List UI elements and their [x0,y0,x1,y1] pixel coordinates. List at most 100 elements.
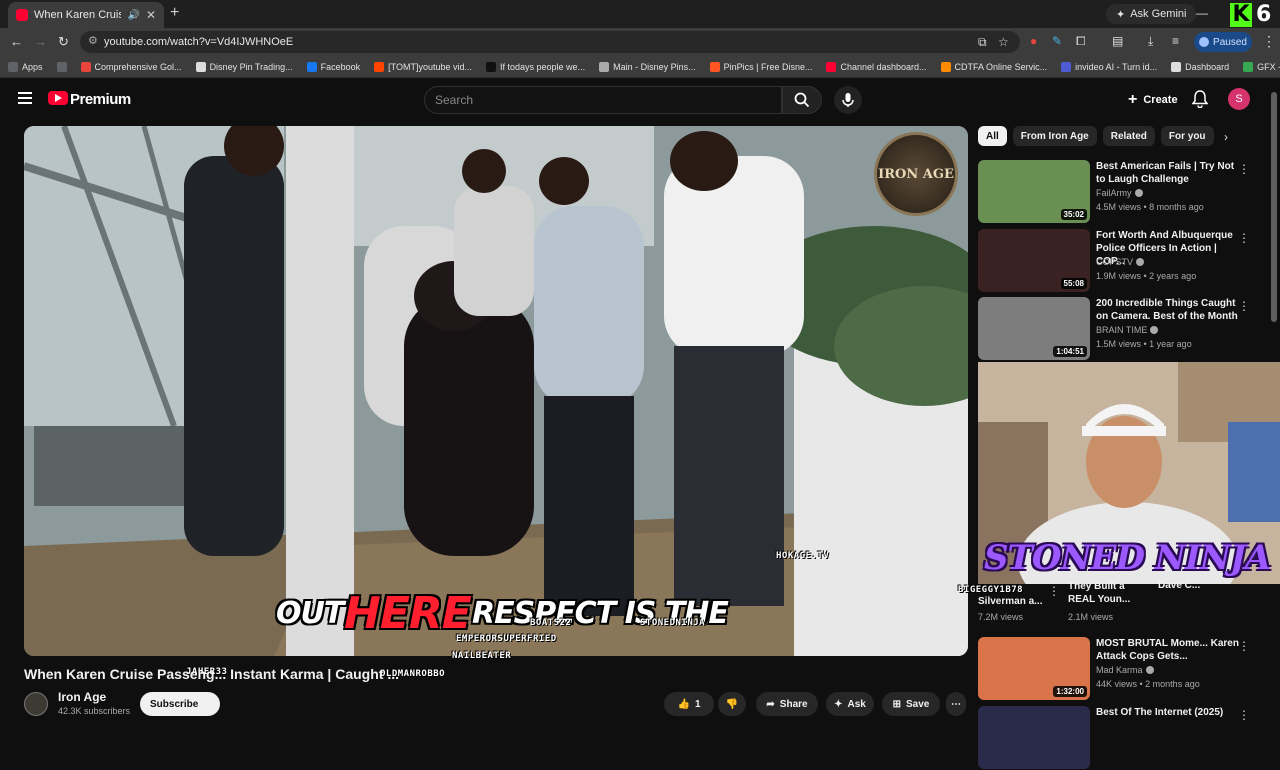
page-scrollbar[interactable] [1271,92,1277,322]
search-input[interactable] [424,86,782,114]
bookmark-favicon-icon [56,61,67,72]
bookmark-label: Channel dashboard... [840,61,927,72]
rec-more-icon[interactable]: ⋮ [1238,231,1250,245]
hamburger-menu-icon[interactable] [18,92,32,104]
profile-paused-button[interactable]: Paused [1194,32,1252,52]
rec-item[interactable]: 1:32:00 MOST BRUTAL Mome... Karen Attack … [978,637,1268,701]
bookmark-label: Disney Pin Trading... [209,61,293,72]
ask-gemini-button[interactable]: ✦ Ask Gemini [1106,4,1197,24]
forward-icon[interactable]: → [34,34,47,49]
rec-title[interactable]: 200 Incredible Things Caught on Camera. … [1096,297,1246,323]
channel-name[interactable]: Iron Age [58,690,106,704]
site-info-icon[interactable]: ⚙ [88,34,98,47]
like-button[interactable]: 👍 1 [664,692,714,716]
extensions-puzzle-icon[interactable]: ⧠ [1076,34,1086,49]
dislike-button[interactable]: 👎 [718,692,746,716]
reading-mode-icon[interactable]: ▤ [1112,34,1123,48]
filter-chip[interactable]: For you [1160,126,1214,146]
bookmark-star-icon[interactable]: ☆ [998,35,1009,49]
tab-close-icon[interactable]: ✕ [146,8,156,22]
ask-button[interactable]: ✦ Ask [826,692,874,716]
rec-thumbnail[interactable] [978,706,1090,769]
reload-icon[interactable]: ↻ [58,34,69,50]
rec-channel[interactable]: Mad Karma [1096,665,1154,675]
paused-label: Paused [1213,36,1247,48]
extension-blue-icon[interactable]: ✎ [1052,34,1062,48]
install-app-icon[interactable]: ⧉ [978,35,987,50]
youtube-logo-icon[interactable] [48,91,68,105]
create-button[interactable]: + Create [1118,88,1188,112]
channel-avatar[interactable] [24,692,48,716]
bookmark-item[interactable]: Channel dashboard... [826,61,927,72]
rec-channel[interactable]: FailArmy [1096,188,1143,198]
rec-more-icon[interactable]: ⋮ [1238,162,1250,176]
youtube-premium-wordmark[interactable]: Premium [70,91,131,108]
filter-chip[interactable]: All [978,126,1007,146]
rec-item[interactable]: 35:02 Best American Fails | Try Not to La… [978,160,1268,224]
bookmark-item[interactable]: Apps [8,61,43,72]
voice-search-button[interactable] [834,86,862,114]
minimize-icon[interactable]: — [1196,6,1208,20]
browser-menu-icon[interactable]: ⋮ [1262,33,1276,50]
back-icon[interactable]: ← [10,34,23,49]
bookmark-item[interactable]: Dashboard [1171,61,1229,72]
bookmark-item[interactable]: Main - Disney Pins... [599,61,696,72]
profile-avatar-icon [1199,37,1210,47]
rec-channel-name: BRAIN TIME [1096,325,1148,335]
bookmark-item[interactable] [56,61,67,72]
search-icon [794,92,810,108]
bookmark-item[interactable]: PinPics | Free Disne... [709,61,812,72]
notifications-bell-icon[interactable] [1192,90,1208,108]
rec-title[interactable]: Best Of The Internet (2025) [1096,706,1246,719]
rec-more-icon[interactable]: ⋮ [1238,299,1250,313]
speaker-icon[interactable]: 🔊 [127,10,139,21]
share-button[interactable]: ➦ Share [756,692,818,716]
subscribe-button[interactable]: Subscribe [140,692,220,716]
overlay-handle: BIGEGGY1B78 [958,585,1024,595]
rec-partial-more-icon[interactable]: ⋮ [1048,584,1060,598]
overlay-handle: BOATS22 [530,618,572,628]
bookmark-item[interactable]: Comprehensive Gol... [80,61,182,72]
account-avatar[interactable]: S [1228,88,1250,110]
more-actions-button[interactable]: ⋯ [946,692,966,716]
bookmark-item[interactable]: If todays people we... [486,61,585,72]
rec-item[interactable]: 55:08 Fort Worth And Albuquerque Police O… [978,229,1268,293]
video-player[interactable] [24,126,968,656]
rec-title[interactable]: MOST BRUTAL Mome... Karen Attack Cops Ge… [1096,637,1246,663]
bookmark-item[interactable]: [TOMT]youtube vid... [374,61,472,72]
new-tab-button[interactable]: + [170,4,179,22]
rec-thumbnail[interactable]: 55:08 [978,229,1090,292]
rec-item[interactable]: Best Of The Internet (2025) ⋮ [978,706,1268,770]
chip-next-icon[interactable]: › [1224,130,1228,144]
filter-chip[interactable]: From Iron Age [1012,126,1097,146]
rec-title[interactable]: Best American Fails | Try Not to Laugh C… [1096,160,1246,186]
bookmark-item[interactable]: GFX - Google Drive [1243,61,1280,72]
rec-thumbnail[interactable]: 35:02 [978,160,1090,223]
rec-thumbnail[interactable]: 1:32:00 [978,637,1090,700]
thumbs-down-icon: 👎 [725,698,739,710]
bookmark-label: invideo AI - Turn id... [1075,61,1158,72]
bookmark-item[interactable]: Disney Pin Trading... [195,61,293,72]
bookmark-item[interactable]: invideo AI - Turn id... [1061,61,1158,72]
bookmark-label: CDTFA Online Servic... [954,61,1048,72]
bookmark-favicon-icon [8,61,18,72]
rec-item[interactable]: 1:04:51 200 Incredible Things Caught on C… [978,297,1268,361]
rec-channel[interactable]: BRAIN TIME [1096,325,1159,335]
youtube-favicon-icon [16,9,28,21]
browser-tab-active[interactable]: When Karen Cruise Passeng 🔊 ✕ [8,2,164,28]
extension-red-icon[interactable]: ● [1030,34,1037,48]
bookmark-favicon-icon [486,61,497,72]
video-title: When Karen Cruise Passeng... Instant Kar… [24,666,399,682]
rec-thumbnail[interactable]: 1:04:51 [978,297,1090,360]
bookmark-item[interactable]: Facebook [306,61,360,72]
bookmark-favicon-icon [195,61,206,72]
bookmark-item[interactable]: CDTFA Online Servic... [940,61,1048,72]
filter-chip[interactable]: Related [1102,126,1155,146]
search-button[interactable] [782,86,822,114]
media-controls-icon[interactable]: ≡ [1172,34,1179,48]
rec-channel[interactable]: COPSTV [1096,257,1145,267]
save-button[interactable]: ⊞ Save [882,692,940,716]
download-icon[interactable]: ⤓ [1148,34,1153,49]
rec-more-icon[interactable]: ⋮ [1238,639,1250,653]
address-bar[interactable]: ⚙ youtube.com/watch?v=Vd4IJWHNOeE ⧉ ☆ [80,31,1020,53]
